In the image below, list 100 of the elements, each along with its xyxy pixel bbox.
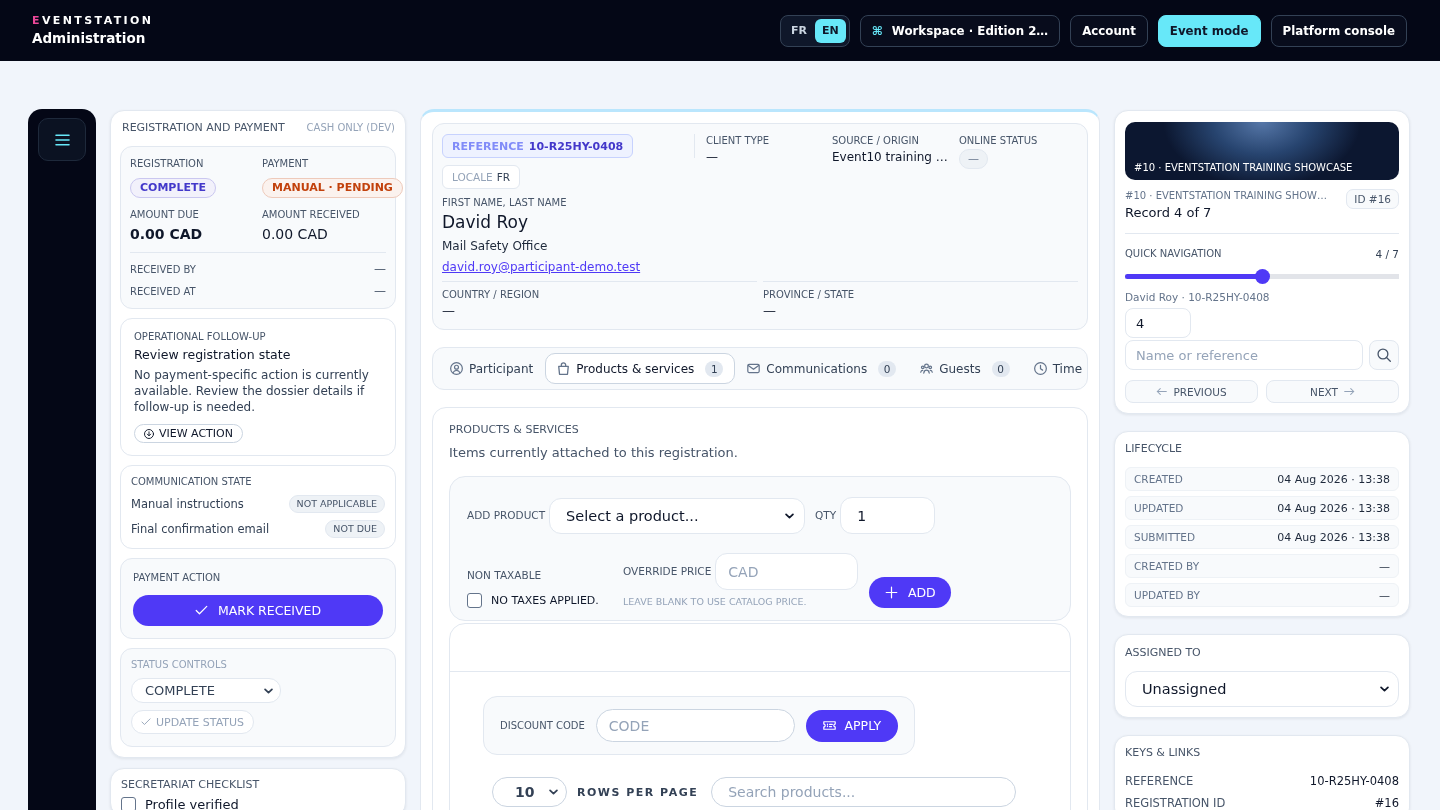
mode-label: CASH ONLY (DEV) <box>306 122 395 133</box>
record-search-field[interactable]: Name or reference <box>1125 340 1363 370</box>
event-name: #10 · EVENTSTATION TRAINING SHOW… <box>1125 189 1327 202</box>
badge-label: LOCALE <box>452 171 493 183</box>
field-value: Event10 training … <box>832 149 948 165</box>
workspace-button[interactable]: ⌘ Workspace · Edition 2… <box>859 14 1061 47</box>
field-value: — <box>706 149 718 165</box>
count-badge: 1 <box>705 360 724 377</box>
checkbox[interactable] <box>121 797 136 810</box>
override-price-field[interactable]: CAD <box>715 553 859 590</box>
menu-icon <box>54 133 70 146</box>
apply-button[interactable]: APPLY <box>805 709 898 742</box>
discount-code-field[interactable]: CODE <box>595 709 795 742</box>
participant-name: David Roy <box>442 211 528 233</box>
check-icon <box>194 604 208 617</box>
view-action-button[interactable]: VIEW ACTION <box>134 424 243 443</box>
field-label: NON TAXABLE <box>467 569 543 582</box>
next-button[interactable]: NEXT <box>1266 380 1399 403</box>
mode-button[interactable]: Event mode <box>1157 14 1261 47</box>
field-label: CREATED <box>1134 472 1183 486</box>
check-icon <box>141 717 151 727</box>
status-pill: NOT DUE <box>325 520 385 538</box>
tab[interactable]: Time <box>1021 353 1083 384</box>
panel-title: KEYS & LINKS <box>1125 746 1202 760</box>
field-label: UPDATED <box>1134 501 1184 515</box>
follow-up-title: Review registration state <box>134 347 291 363</box>
app-title: Administration <box>32 30 147 47</box>
current-record: David Roy · 10-R25HY-0408 <box>1125 291 1271 304</box>
field-label: OVERRIDE PRICE <box>623 565 712 578</box>
chevron-icon <box>1380 686 1389 692</box>
field-value: — <box>763 303 777 319</box>
count-badge: 0 <box>991 360 1010 377</box>
field-label: ROWS PER PAGE <box>577 785 699 799</box>
status-pill: NOT APPLICABLE <box>288 495 385 513</box>
rows-per-page-select[interactable]: 10 <box>492 777 567 807</box>
field-label: PROVINCE / STATE <box>763 288 856 301</box>
search-icon <box>1377 348 1391 362</box>
status-badge: MANUAL · PENDING <box>262 178 403 198</box>
record-position: Record 4 of 7 <box>1125 204 1213 221</box>
field-value: — <box>442 303 456 319</box>
section-label: COMMUNICATION STATE <box>131 475 253 488</box>
follow-up-text: No payment-specific action is currently available. Review the dossier details if follow-up is needed. <box>134 367 370 415</box>
mark-received-button[interactable]: MARK RECEIVED <box>133 595 383 626</box>
language-option[interactable]: FR <box>784 18 814 43</box>
account-button[interactable]: Account <box>1070 14 1148 47</box>
banner-caption: #10 · EVENTSTATION TRAINING SHOWCASE <box>1134 161 1353 174</box>
brand-name: EVENTSTATION <box>32 14 154 27</box>
previous-button[interactable]: PREVIOUS <box>1125 380 1258 403</box>
status-badge: COMPLETE <box>130 178 216 198</box>
field-value: #16 <box>1374 796 1399 810</box>
field-label: SUBMITTED <box>1134 530 1196 544</box>
field-label: AMOUNT DUE <box>130 208 199 221</box>
badge-label: REFERENCE <box>452 139 524 153</box>
section-label: QUICK NAVIGATION <box>1125 247 1222 260</box>
menu-button[interactable] <box>38 118 86 161</box>
assignee-select[interactable]: Unassigned <box>1125 671 1399 707</box>
field-value: — <box>374 262 386 276</box>
field-label: ADD PRODUCT <box>467 509 546 522</box>
search-button[interactable] <box>1369 340 1399 370</box>
console-button[interactable]: Platform console <box>1270 14 1407 47</box>
ticket-icon <box>822 719 836 732</box>
field-label: PAYMENT <box>262 157 309 170</box>
field-label: ONLINE STATUS <box>959 134 1038 147</box>
status-pill: — <box>959 149 988 169</box>
plus-icon <box>884 586 898 599</box>
field-label: FIRST NAME, LAST NAME <box>442 196 567 209</box>
product-select[interactable]: Select a product... <box>549 497 806 534</box>
count-badge: 0 <box>878 360 897 377</box>
checkbox[interactable] <box>467 593 482 608</box>
panel-title: ASSIGNED TO <box>1125 646 1202 660</box>
section-label: OPERATIONAL FOLLOW-UP <box>134 330 266 343</box>
quantity-field[interactable]: 1 <box>840 497 936 534</box>
field-label: REGISTRATION <box>130 157 204 170</box>
chevron-icon <box>549 789 558 795</box>
panel-title: SECRETARIAT CHECKLIST <box>121 778 261 792</box>
record-number-field[interactable]: 4 <box>1125 308 1191 338</box>
tab[interactable]: Guests 0 <box>908 353 1022 384</box>
arrow-right-icon <box>1343 388 1355 395</box>
locale-value: FR <box>496 171 511 183</box>
search-field[interactable]: Search products... <box>711 777 1017 807</box>
amount-value: 0.00 CAD <box>262 225 328 243</box>
circle-arrow-down-icon <box>144 428 154 439</box>
field-label: REFERENCE <box>1125 774 1194 788</box>
chevron-icon <box>264 687 273 694</box>
email-link[interactable]: david.roy@participant-demo.test <box>442 259 641 275</box>
field-label: RECEIVED BY <box>130 262 196 276</box>
organization-name: Mail Safety Office <box>442 238 548 254</box>
panel-title: REGISTRATION AND PAYMENT <box>122 121 285 135</box>
panel-subtitle: Items currently attached to this registration. <box>449 444 739 462</box>
slider-thumb[interactable] <box>1254 269 1270 284</box>
tab[interactable]: Participant <box>438 353 546 384</box>
bag-icon <box>557 362 571 375</box>
panel-title: LIFECYCLE <box>1125 442 1183 456</box>
field-hint: LEAVE BLANK TO USE CATALOG PRICE. <box>623 595 808 608</box>
language-option[interactable]: EN <box>814 18 846 43</box>
tab[interactable]: Communications 0 <box>735 353 909 384</box>
add-button[interactable]: ADD <box>869 577 952 608</box>
tab[interactable]: Products & services 1 <box>545 353 736 384</box>
field-value: 04 Aug 2026 · 13:38 <box>1277 530 1390 544</box>
field-label: AMOUNT RECEIVED <box>262 208 360 221</box>
